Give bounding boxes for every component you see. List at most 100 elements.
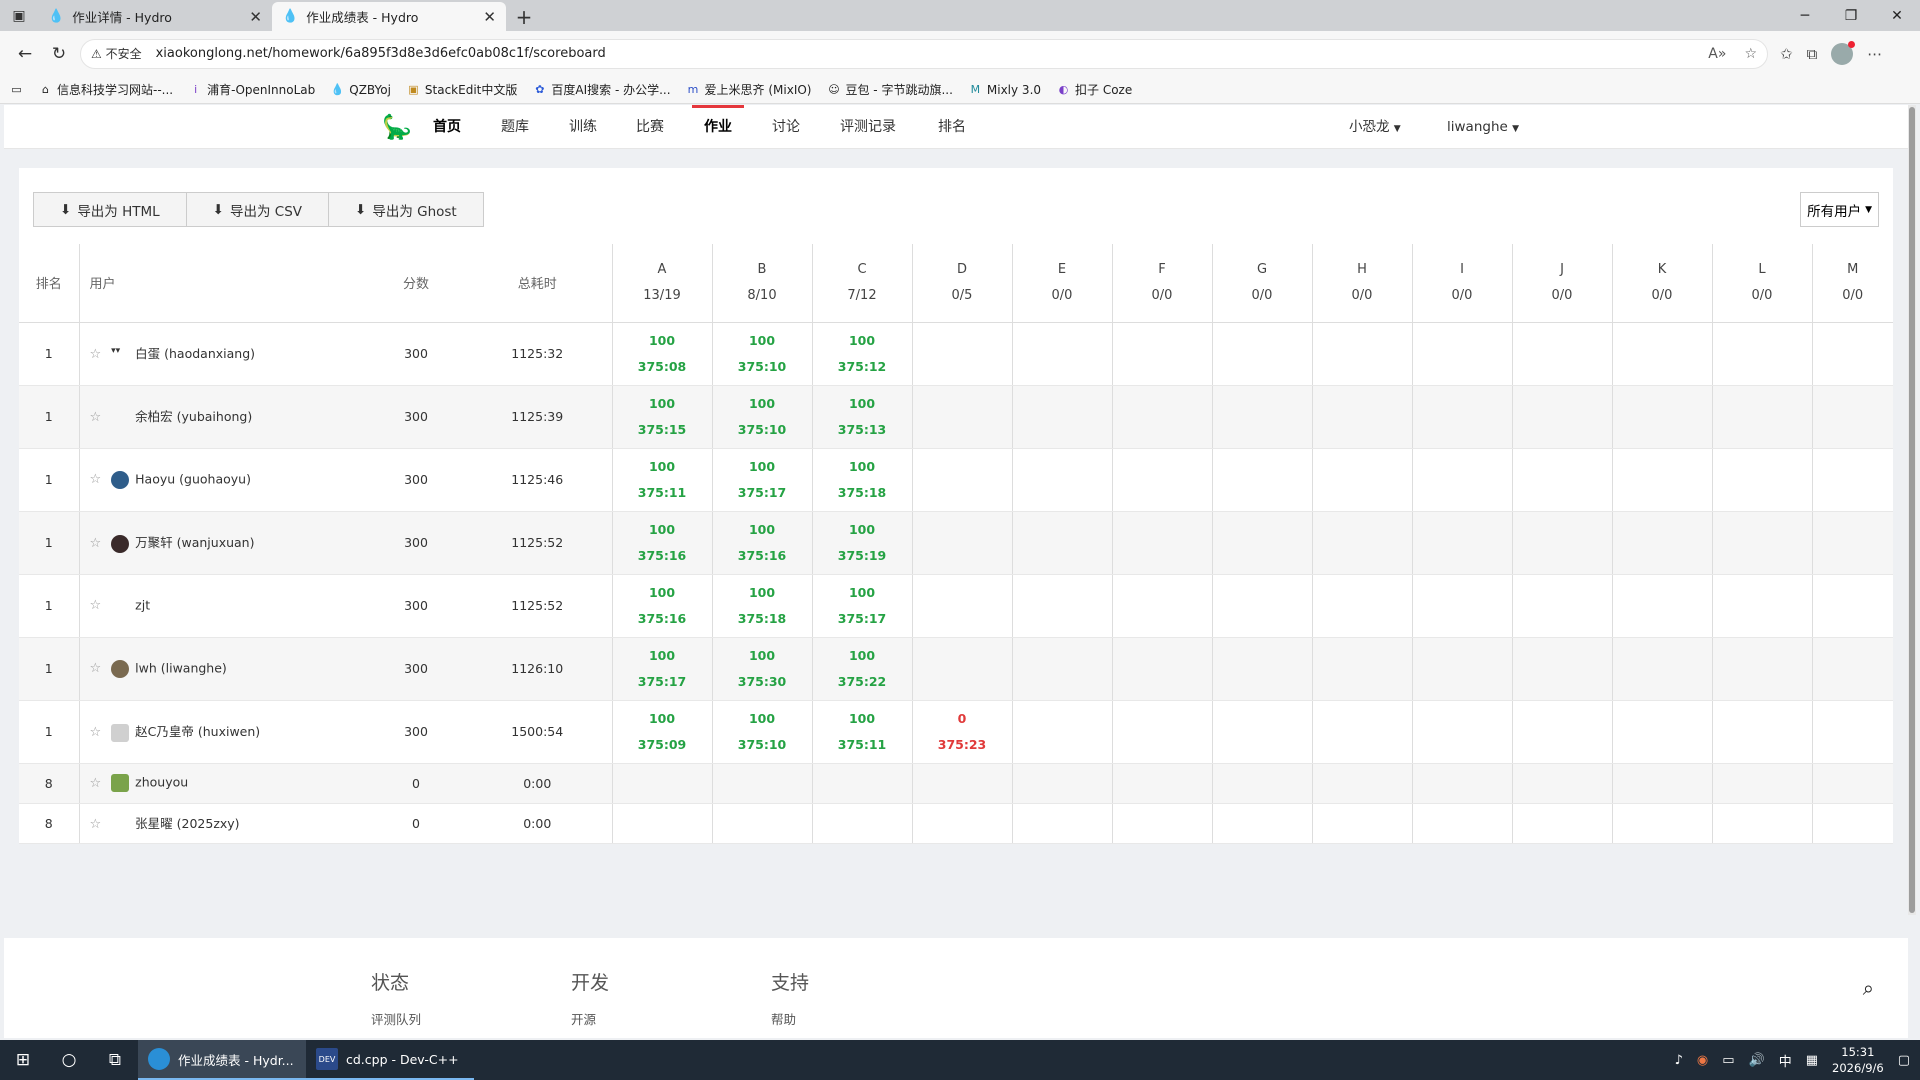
header-problem-c[interactable]: C 7/12: [811, 244, 912, 323]
user-link[interactable]: zhouyou: [135, 775, 188, 790]
tray-app-icon[interactable]: ♪: [1675, 1053, 1683, 1068]
star-icon[interactable]: ☆: [90, 598, 102, 613]
problem-cell[interactable]: 100 375:10: [711, 322, 812, 386]
footer-link-help[interactable]: 帮助: [771, 1009, 809, 1031]
favorites-folder-icon[interactable]: ▭: [10, 83, 23, 96]
user-link[interactable]: Haoyu (guohaoyu): [135, 471, 251, 486]
problem-cell[interactable]: 100 375:16: [611, 511, 712, 575]
header-problem-l[interactable]: L 0/0: [1711, 244, 1812, 323]
problem-cell[interactable]: 100 375:11: [611, 448, 712, 512]
star-icon[interactable]: ☆: [90, 661, 102, 676]
user-link[interactable]: zjt: [135, 597, 150, 612]
profile-avatar[interactable]: [1831, 40, 1856, 65]
star-icon[interactable]: ☆: [90, 410, 102, 425]
restore-icon[interactable]: ❐: [1828, 0, 1874, 31]
close-tab-icon[interactable]: ✕: [249, 8, 262, 26]
back-button[interactable]: ←: [8, 37, 42, 71]
user-menu[interactable]: liwanghe ▼: [1447, 105, 1519, 149]
export-ghost-button[interactable]: ⬇ 导出为 Ghost: [328, 192, 484, 227]
scrollbar-thumb[interactable]: [1909, 107, 1915, 913]
header-problem-a[interactable]: A 13/19: [611, 244, 712, 323]
taskbar-app-devcpp[interactable]: DEV cd.cpp - Dev-C++: [306, 1040, 474, 1080]
star-icon[interactable]: ☆: [90, 472, 102, 487]
problem-cell[interactable]: 100 375:18: [711, 574, 812, 638]
nav-homework[interactable]: 作业: [692, 105, 744, 149]
favorite-item[interactable]: ⌂ 信息科技学习网站--...: [39, 81, 173, 98]
favorite-item[interactable]: ◐ 扣子 Coze: [1057, 81, 1133, 98]
favorite-item[interactable]: i 浦育-OpenInnoLab: [189, 81, 315, 98]
export-csv-button[interactable]: ⬇ 导出为 CSV: [185, 192, 330, 227]
task-view-icon[interactable]: ⧉: [92, 1040, 138, 1080]
minimize-icon[interactable]: ─: [1782, 0, 1828, 31]
header-problem-i[interactable]: I 0/0: [1411, 244, 1512, 323]
footer-link-opensource[interactable]: 开源: [571, 1009, 609, 1031]
user-link[interactable]: 万聚轩 (wanjuxuan): [135, 535, 254, 550]
extensions-icon[interactable]: ⧉: [1807, 45, 1818, 63]
star-icon[interactable]: ☆: [90, 776, 102, 791]
problem-cell[interactable]: 100 375:09: [611, 700, 712, 764]
favorite-star-icon[interactable]: ☆: [1744, 46, 1757, 62]
tray-security-icon[interactable]: ◉: [1697, 1053, 1708, 1068]
new-tab-button[interactable]: +: [506, 2, 542, 31]
problem-cell[interactable]: 100 375:17: [711, 448, 812, 512]
nav-training[interactable]: 训练: [569, 105, 597, 149]
problem-cell[interactable]: 100 375:17: [811, 574, 912, 638]
star-icon[interactable]: ☆: [90, 536, 102, 551]
dinosaur-logo-icon[interactable]: 🦕: [382, 113, 412, 141]
header-problem-d[interactable]: D 0/5: [911, 244, 1012, 323]
read-aloud-icon[interactable]: A»: [1708, 46, 1726, 62]
url-box[interactable]: ⚠ 不安全 xiaokonglong.net/homework/6a895f3d…: [80, 38, 1768, 69]
nav-contest[interactable]: 比赛: [636, 105, 664, 149]
footer-link-judge-queue[interactable]: 评测队列: [371, 1009, 421, 1031]
header-problem-m[interactable]: M 0/0: [1811, 244, 1893, 323]
tab-actions-icon[interactable]: ▣: [0, 0, 38, 31]
start-windows-icon[interactable]: ⊞: [0, 1040, 46, 1080]
problem-cell[interactable]: 0 375:23: [911, 700, 1012, 764]
user-filter-select[interactable]: 所有用户 ▼: [1800, 192, 1879, 227]
url-text[interactable]: xiaokonglong.net/homework/6a895f3d8e3d6e…: [156, 46, 1709, 61]
notification-icon[interactable]: ▢: [1898, 1053, 1910, 1068]
problem-cell[interactable]: 100 375:08: [611, 322, 712, 386]
problem-cell[interactable]: 100 375:15: [611, 385, 712, 449]
header-problem-g[interactable]: G 0/0: [1211, 244, 1312, 323]
more-menu-icon[interactable]: ⋯: [1867, 45, 1882, 63]
ime-indicator[interactable]: 中: [1779, 1051, 1792, 1070]
taskbar-app-edge[interactable]: 作业成绩表 - Hydr...: [138, 1040, 306, 1080]
ime-mode-icon[interactable]: ▦: [1806, 1053, 1818, 1068]
header-problem-b[interactable]: B 8/10: [711, 244, 812, 323]
star-icon[interactable]: ☆: [90, 725, 102, 740]
export-html-button[interactable]: ⬇ 导出为 HTML: [33, 192, 187, 227]
problem-cell[interactable]: 100 375:10: [711, 700, 812, 764]
favorite-item[interactable]: ☺ 豆包 - 字节跳动旗...: [827, 81, 953, 98]
star-icon[interactable]: ☆: [90, 347, 102, 362]
close-tab-icon[interactable]: ✕: [483, 8, 496, 26]
problem-cell[interactable]: 100 375:16: [611, 574, 712, 638]
header-problem-k[interactable]: K 0/0: [1611, 244, 1712, 323]
network-icon[interactable]: ▭: [1722, 1053, 1734, 1068]
problem-cell[interactable]: 100 375:10: [711, 385, 812, 449]
favorite-item[interactable]: m 爱上米思齐 (MixIO): [687, 81, 812, 98]
problem-cell[interactable]: 100 375:17: [611, 637, 712, 701]
user-link[interactable]: 张星曜 (2025zxy): [135, 816, 239, 831]
problem-cell[interactable]: 100 375:22: [811, 637, 912, 701]
nav-records[interactable]: 评测记录: [840, 105, 896, 149]
problem-cell[interactable]: 100 375:18: [811, 448, 912, 512]
header-problem-e[interactable]: E 0/0: [1011, 244, 1112, 323]
header-problem-j[interactable]: J 0/0: [1511, 244, 1612, 323]
close-window-icon[interactable]: ✕: [1874, 0, 1920, 31]
favorite-item[interactable]: ▣ StackEdit中文版: [407, 81, 517, 98]
browser-tab-homework-detail[interactable]: 💧 作业详情 - Hydro ✕: [38, 2, 272, 31]
search-icon[interactable]: ⌕: [1863, 976, 1874, 1000]
favorite-item[interactable]: M Mixly 3.0: [969, 83, 1041, 97]
nav-home[interactable]: 首页: [433, 105, 461, 149]
favorite-item[interactable]: ✿ 百度AI搜索 - 办公学...: [533, 81, 670, 98]
user-link[interactable]: 赵C乃皇帝 (huxiwen): [135, 724, 260, 739]
browser-tab-scoreboard[interactable]: 💧 作业成绩表 - Hydro ✕: [272, 2, 506, 31]
header-problem-f[interactable]: F 0/0: [1111, 244, 1212, 323]
nav-problems[interactable]: 题库: [501, 105, 529, 149]
user-link[interactable]: 白蛋 (haodanxiang): [135, 346, 255, 361]
problem-cell[interactable]: 100 375:13: [811, 385, 912, 449]
clock[interactable]: 15:31 2026/9/6: [1832, 1044, 1884, 1076]
nav-ranking[interactable]: 排名: [938, 105, 966, 149]
favorites-icon[interactable]: ✩: [1780, 45, 1793, 63]
